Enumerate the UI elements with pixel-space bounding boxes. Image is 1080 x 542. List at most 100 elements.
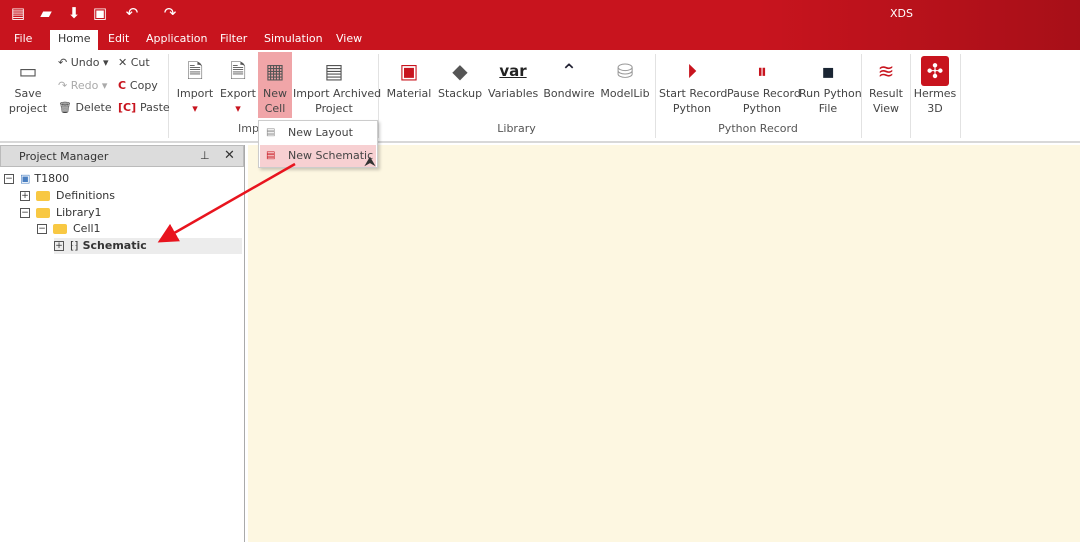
label: New Schematic xyxy=(288,149,374,162)
collapse-icon[interactable]: − xyxy=(20,208,30,218)
export-button[interactable]: 🗎 Export ▾ xyxy=(219,56,257,116)
paste-icon: [C] xyxy=(118,101,140,114)
tab-filter[interactable]: Filter xyxy=(212,30,255,50)
copy-button[interactable]: C Copy xyxy=(118,75,158,97)
label: Run Python File xyxy=(799,87,862,115)
database-icon: ⛁ xyxy=(616,59,634,83)
start-record-python-button[interactable]: ⏵ Start Record Python xyxy=(659,56,727,116)
save-project-button[interactable]: ▭ Save project xyxy=(8,56,48,116)
hermes-3d-button[interactable]: ✣ Hermes 3D xyxy=(912,56,958,116)
expand-icon[interactable]: + xyxy=(20,191,30,201)
undo-icon[interactable]: ↶ xyxy=(122,4,142,22)
tree-item-cell1[interactable]: − Cell1 xyxy=(37,221,101,237)
label: Cell1 xyxy=(73,222,101,235)
tree-item-library1[interactable]: − Library1 xyxy=(20,205,101,221)
run-python-file-button[interactable]: ▪ Run Python File xyxy=(799,56,862,116)
label: Schematic xyxy=(82,239,147,252)
label: T1800 xyxy=(34,172,70,185)
tab-file[interactable]: File xyxy=(6,30,40,50)
layout-icon: ▤ xyxy=(266,127,276,138)
group-label-python-record: Python Record xyxy=(718,122,798,135)
label: Definitions xyxy=(56,189,115,202)
label: New Cell xyxy=(263,87,287,115)
label: Library1 xyxy=(56,206,102,219)
import-button[interactable]: 🗎 Import ▾ xyxy=(176,56,214,116)
group-label-import: Imp xyxy=(238,122,259,135)
label: Hermes 3D xyxy=(913,87,957,115)
panel-title: Project Manager xyxy=(19,150,109,163)
waveform-icon: ≋ xyxy=(877,59,895,83)
tree-item-t1800[interactable]: − ▣ T1800 xyxy=(4,171,69,187)
variables-icon: var xyxy=(499,62,527,80)
label: Redo xyxy=(70,79,99,92)
schematic-icon: ▤ xyxy=(266,150,276,161)
variables-button[interactable]: var Variables xyxy=(488,56,538,101)
tree-item-definitions[interactable]: + Definitions xyxy=(20,188,115,204)
schematic-icon: ⁅⁆ xyxy=(70,239,79,252)
tab-application[interactable]: Application xyxy=(138,30,215,50)
result-view-button[interactable]: ≋ Result View xyxy=(864,56,908,116)
pause-record-python-button[interactable]: ⏸ Pause Record Python xyxy=(727,56,801,116)
cut-button[interactable]: ✕ Cut xyxy=(118,52,150,74)
app-title: XDS xyxy=(890,7,913,20)
bondwire-button[interactable]: ⌃ Bondwire xyxy=(543,56,595,101)
divider xyxy=(168,54,169,138)
hermes-icon: ✣ xyxy=(921,56,949,86)
modellib-button[interactable]: ⛁ ModelLib xyxy=(600,56,650,101)
export-icon: 🗎 xyxy=(229,59,247,83)
divider xyxy=(960,54,961,138)
stackup-button[interactable]: ◆ Stackup xyxy=(438,56,482,101)
label: Copy xyxy=(129,79,158,92)
save-icon[interactable]: ▣ xyxy=(90,4,110,22)
panel-header: Project Manager ⊥ ✕ xyxy=(0,145,244,167)
redo-icon[interactable]: ↷ xyxy=(160,4,180,22)
menu-item-new-layout[interactable]: ▤ New Layout xyxy=(260,122,376,144)
label: Paste xyxy=(139,101,170,114)
new-file-icon[interactable]: ▤ xyxy=(8,4,28,22)
folder-icon xyxy=(36,208,50,218)
close-icon[interactable]: ✕ xyxy=(224,145,235,167)
import-archived-project-button[interactable]: ▤ Import Archived Project xyxy=(293,56,381,116)
cell-icon: ▦ xyxy=(265,59,285,83)
group-label-library: Library xyxy=(497,122,536,135)
label: Cut xyxy=(130,56,150,69)
collapse-icon[interactable]: − xyxy=(4,174,14,184)
tab-view[interactable]: View xyxy=(328,30,370,50)
expand-icon[interactable]: + xyxy=(54,241,64,251)
new-cell-button[interactable]: ▦ New Cell xyxy=(258,56,292,116)
collapse-icon[interactable]: − xyxy=(37,224,47,234)
tree-item-schematic[interactable]: + ⁅⁆ Schematic xyxy=(54,238,242,254)
import-icon: 🗎 xyxy=(186,59,204,83)
label: Material xyxy=(386,87,432,100)
divider xyxy=(910,54,911,138)
label: Export xyxy=(219,87,256,100)
stackup-icon: ◆ xyxy=(452,59,468,83)
label: Save project xyxy=(8,87,48,115)
open-folder-icon[interactable]: ▰ xyxy=(36,4,56,22)
label: Result View xyxy=(869,87,903,115)
trash-icon: 🗑 xyxy=(58,101,76,114)
material-button[interactable]: ▣ Material xyxy=(386,56,432,101)
download-icon[interactable]: ⬇ xyxy=(64,4,84,22)
save-icon: ▭ xyxy=(18,59,38,83)
pause-icon: ⏸ xyxy=(757,59,767,83)
pin-icon[interactable]: ⊥ xyxy=(200,145,210,167)
label: Pause Record Python xyxy=(727,87,801,115)
title-bar: ▤ ▰ ⬇ ▣ ↶ ↷ XDS File Home Edit Applicati… xyxy=(0,0,1080,50)
redo-button[interactable]: ↷ Redo ▾ xyxy=(58,75,107,97)
delete-button[interactable]: 🗑 Delete xyxy=(58,97,112,119)
terminal-icon: ▪ xyxy=(821,59,835,83)
folder-icon xyxy=(53,224,67,234)
tab-edit[interactable]: Edit xyxy=(100,30,137,50)
cut-icon: ✕ xyxy=(118,56,131,69)
menu-item-new-schematic[interactable]: ▤ New Schematic xyxy=(260,145,376,167)
mouse-cursor-icon: ⮝ xyxy=(364,154,376,170)
undo-button[interactable]: ↶ Undo ▾ xyxy=(58,52,109,74)
paste-button[interactable]: [C] Paste xyxy=(118,97,170,119)
label: Undo xyxy=(70,56,100,69)
workspace-canvas[interactable] xyxy=(248,145,1080,542)
redo-icon: ↷ xyxy=(58,79,71,92)
folder-icon xyxy=(36,191,50,201)
tab-home[interactable]: Home xyxy=(50,30,99,50)
tab-simulation[interactable]: Simulation xyxy=(256,30,331,50)
